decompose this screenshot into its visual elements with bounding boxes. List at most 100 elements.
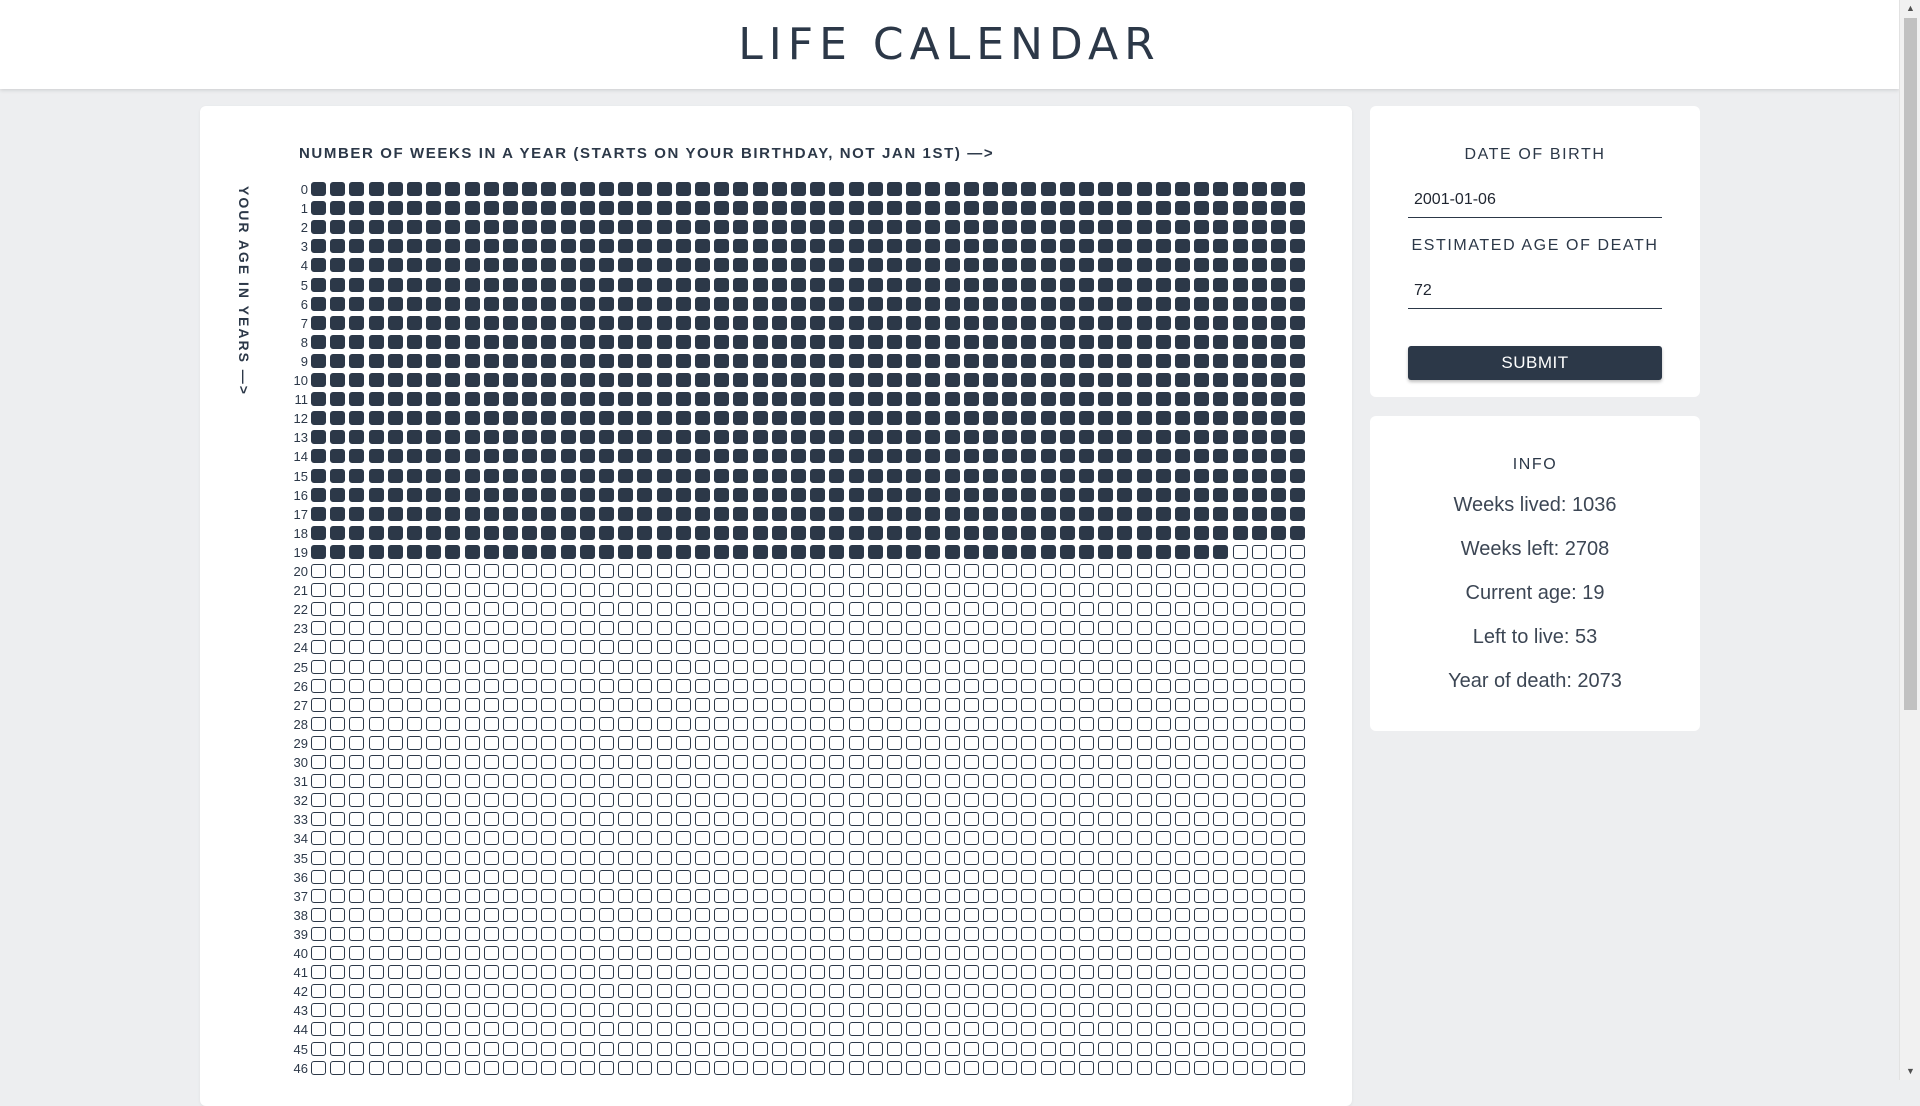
week-box-remaining (1213, 583, 1229, 598)
week-box-remaining (349, 831, 365, 846)
week-box-remaining (810, 564, 826, 578)
scroll-down-icon[interactable]: ▼ (1900, 1063, 1920, 1080)
week-box-lived (1251, 334, 1267, 349)
week-box-lived (791, 392, 806, 407)
week-box-lived (848, 487, 864, 502)
week-box-lived (1251, 506, 1267, 521)
week-box-lived (1271, 182, 1286, 196)
week-box-remaining (1175, 1060, 1190, 1075)
week-box-remaining (1290, 984, 1306, 999)
week-box-remaining (637, 926, 653, 941)
week-box-lived (1002, 239, 1018, 254)
week-box-lived (944, 353, 960, 368)
week-box-remaining (464, 1060, 480, 1075)
week-box-remaining (714, 755, 730, 769)
week-box-remaining (791, 907, 806, 922)
week-box-lived (407, 277, 422, 292)
week-box-remaining (829, 621, 845, 636)
age-label: 31 (293, 774, 308, 790)
week-box-lived (1059, 182, 1075, 196)
week-box-remaining (618, 888, 634, 903)
scroll-up-icon[interactable]: ▲ (1900, 0, 1920, 17)
week-box-lived (810, 373, 826, 387)
week-box-lived (637, 334, 653, 349)
week-box-remaining (810, 583, 826, 598)
week-box-remaining (1117, 640, 1133, 655)
week-box-lived (695, 411, 710, 426)
week-box-remaining (1021, 965, 1037, 980)
week-box-remaining (675, 984, 691, 999)
week-box-remaining (771, 1022, 787, 1037)
week-box-remaining (771, 946, 787, 960)
week-box-lived (867, 296, 883, 311)
week-box-remaining (810, 697, 826, 712)
week-box-remaining (1079, 1041, 1094, 1056)
scrollbar-thumb[interactable] (1904, 18, 1917, 710)
week-box-lived (503, 201, 518, 216)
week-box-remaining (1059, 678, 1075, 693)
week-box-lived (541, 258, 557, 273)
week-box-remaining (1117, 831, 1133, 846)
week-box-remaining (675, 1041, 691, 1056)
week-box-remaining (1002, 965, 1018, 980)
week-box-remaining (733, 716, 749, 731)
week-box-lived (1175, 506, 1190, 521)
week-box-lived (733, 392, 749, 407)
week-box-remaining (560, 1041, 576, 1056)
week-box-remaining (1290, 564, 1306, 578)
week-box-lived (733, 411, 749, 426)
week-box-remaining (1002, 602, 1018, 617)
week-box-remaining (771, 602, 787, 617)
week-box-lived (752, 487, 768, 502)
week-box-remaining (752, 697, 768, 712)
week-box-remaining (311, 564, 326, 578)
submit-button[interactable]: SUBMIT (1408, 346, 1662, 380)
week-box-lived (330, 468, 346, 483)
week-box-remaining (810, 1003, 826, 1018)
week-box-remaining (1040, 735, 1056, 750)
week-box-remaining (1271, 926, 1286, 941)
week-box-lived (407, 258, 422, 273)
week-box-remaining (560, 850, 576, 865)
week-box-lived (349, 182, 365, 196)
week-box-lived (1290, 487, 1306, 502)
week-box-remaining (791, 888, 806, 903)
age-label: 0 (300, 182, 308, 197)
week-box-remaining (1271, 831, 1286, 846)
week-box-remaining (963, 621, 979, 636)
week-box-lived (656, 258, 672, 273)
death-age-input[interactable] (1408, 273, 1662, 309)
week-box-remaining (1155, 850, 1171, 865)
week-box-lived (1232, 525, 1248, 540)
week-box-lived (368, 411, 384, 426)
week-box-remaining (791, 850, 806, 865)
week-box-remaining (483, 926, 499, 941)
week-box-remaining (1194, 793, 1210, 808)
week-box-remaining (407, 697, 422, 712)
week-box-remaining (522, 888, 538, 903)
week-box-lived (503, 487, 518, 502)
week-box-remaining (1271, 850, 1286, 865)
week-box-remaining (1251, 621, 1267, 636)
week-box-remaining (983, 659, 998, 674)
week-box-lived (1175, 182, 1190, 196)
week-box-remaining (426, 793, 442, 808)
week-box-lived (771, 449, 787, 464)
week-box-remaining (618, 1003, 634, 1018)
dob-input[interactable] (1408, 182, 1662, 218)
week-box-lived (522, 296, 538, 311)
week-box-lived (387, 353, 403, 368)
week-box-remaining (1079, 583, 1094, 598)
week-box-lived (387, 258, 403, 273)
week-box-lived (1117, 487, 1133, 502)
week-box-remaining (330, 602, 346, 617)
week-box-lived (714, 487, 730, 502)
page-scrollbar[interactable]: ▲ ▼ (1899, 0, 1920, 1080)
week-box-remaining (349, 678, 365, 693)
week-box-lived (330, 220, 346, 235)
week-box-remaining (637, 965, 653, 980)
week-box-lived (752, 411, 768, 426)
week-box-remaining (714, 869, 730, 884)
week-box-remaining (1098, 583, 1114, 598)
week-box-lived (599, 334, 614, 349)
